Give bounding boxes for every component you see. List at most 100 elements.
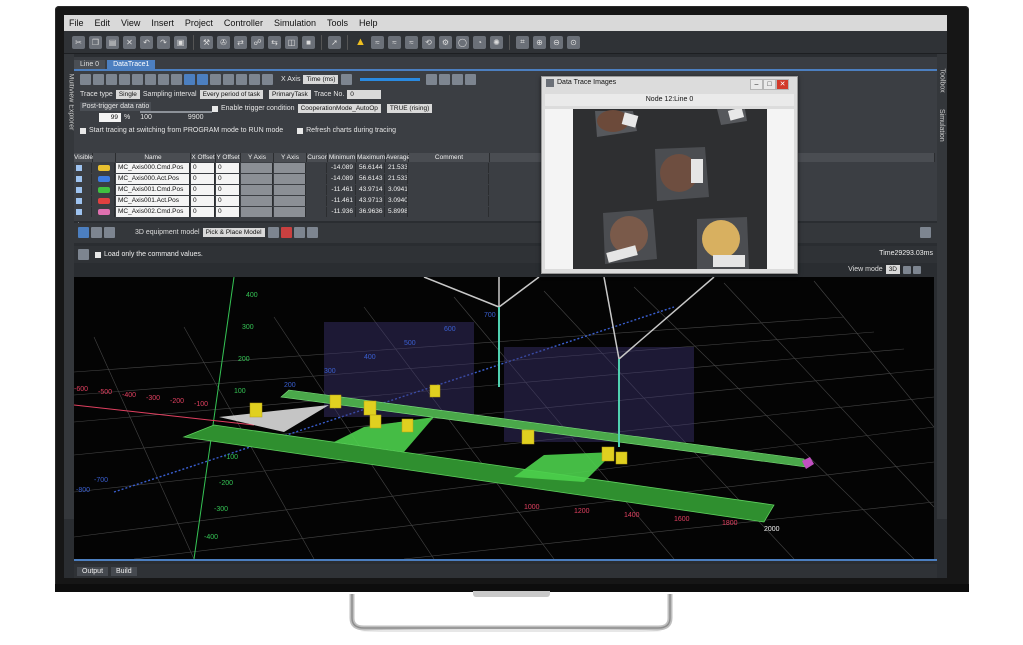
- start-tracing-checkbox[interactable]: [80, 127, 86, 134]
- col-average[interactable]: Average: [386, 153, 410, 162]
- trace-load-icon[interactable]: [145, 74, 156, 85]
- trace-stop-icon[interactable]: [93, 74, 104, 85]
- menu-file[interactable]: File: [64, 18, 90, 28]
- menu-help[interactable]: Help: [354, 18, 384, 28]
- time-range-slider[interactable]: [360, 78, 421, 81]
- cell-y-axis-min[interactable]: [241, 196, 273, 206]
- equipment-settings-icon[interactable]: [293, 227, 305, 238]
- monitor-icon[interactable]: ◫: [285, 35, 298, 49]
- equipment-open-icon[interactable]: [267, 227, 279, 238]
- col-name[interactable]: Name: [116, 153, 191, 162]
- zoom-out-icon[interactable]: ⊖: [550, 35, 563, 49]
- cell-y-offset[interactable]: 0: [216, 207, 240, 217]
- tab-output[interactable]: Output: [77, 566, 109, 576]
- zoom-reset-icon[interactable]: ⊙: [567, 35, 580, 49]
- trace-start-icon[interactable]: [80, 74, 91, 85]
- cell-y-offset[interactable]: 0: [216, 174, 240, 184]
- simulation-label[interactable]: Simulation: [938, 109, 945, 164]
- paste-icon[interactable]: ▤: [106, 35, 119, 49]
- cell-x-offset[interactable]: 0: [191, 174, 215, 184]
- visible-checkbox[interactable]: [76, 187, 82, 193]
- menu-tools[interactable]: Tools: [322, 18, 354, 28]
- close-icon[interactable]: ✕: [776, 79, 789, 90]
- series-color-swatch[interactable]: [98, 165, 110, 171]
- transfer-icon[interactable]: ⇄: [234, 35, 247, 49]
- menu-view[interactable]: View: [116, 18, 146, 28]
- sim-camera-icon[interactable]: [91, 227, 102, 238]
- undo-icon[interactable]: ↶: [140, 35, 153, 49]
- chart-fit-icon[interactable]: [249, 74, 260, 85]
- cell-x-offset[interactable]: 0: [191, 207, 215, 217]
- cell-visible[interactable]: [74, 207, 92, 217]
- trace-end-icon[interactable]: [465, 74, 477, 85]
- maximize-icon[interactable]: □: [763, 79, 776, 90]
- tab-line0[interactable]: Line 0: [74, 60, 106, 69]
- trigger-condition-select[interactable]: TRUE (rising): [386, 104, 433, 113]
- cell-visible[interactable]: [74, 163, 92, 173]
- save-icon[interactable]: ▣: [174, 35, 187, 49]
- data-trace-images-window[interactable]: Data Trace Images – □ ✕ Node 12:Line 0: [541, 76, 798, 274]
- warning-icon[interactable]: ▲: [354, 36, 367, 49]
- cell-y-axis-min[interactable]: [241, 163, 273, 173]
- sim-settings-icon[interactable]: ⚙: [439, 35, 452, 49]
- trace-forward-icon[interactable]: [452, 74, 464, 85]
- trace-print-icon[interactable]: [171, 74, 182, 85]
- col-minimum[interactable]: Minimum: [328, 153, 357, 162]
- cell-y-offset[interactable]: 0: [216, 185, 240, 195]
- cut-icon[interactable]: ✂: [72, 35, 85, 49]
- tab-build[interactable]: Build: [111, 566, 137, 576]
- chart-grid-icon[interactable]: [262, 74, 273, 85]
- cell-name[interactable]: MC_Axis000.Cmd.Pos: [116, 163, 190, 173]
- cell-x-offset[interactable]: 0: [191, 185, 215, 195]
- load-command-checkbox[interactable]: [95, 251, 101, 258]
- chart-split-icon[interactable]: [210, 74, 221, 85]
- col-x-offset[interactable]: X Offset: [191, 153, 216, 162]
- x-axis-select[interactable]: Time (ms): [303, 75, 339, 84]
- tools-icon[interactable]: ✇: [217, 35, 230, 49]
- task-select[interactable]: PrimaryTask: [269, 90, 311, 99]
- cell-visible[interactable]: [74, 196, 92, 206]
- col-y-axis-min[interactable]: Y Axis Min.: [241, 153, 274, 170]
- menu-project[interactable]: Project: [180, 18, 219, 28]
- sim-speed-icon[interactable]: ◔: [473, 35, 486, 49]
- cell-y-axis-max[interactable]: [274, 174, 306, 184]
- sim-view-icon[interactable]: [78, 227, 89, 238]
- cell-y-axis-max[interactable]: [274, 207, 306, 217]
- pointer-icon[interactable]: ➚: [328, 35, 341, 49]
- menu-insert[interactable]: Insert: [146, 18, 180, 28]
- fit-icon[interactable]: ⌗: [516, 35, 529, 49]
- sim-panel-icon[interactable]: [920, 227, 931, 238]
- trigger-variable-input[interactable]: CooperationMode_AutoOp: [297, 104, 381, 113]
- trace-trigger-icon[interactable]: [106, 74, 117, 85]
- cell-y-axis-min[interactable]: [241, 185, 273, 195]
- 3d-scene[interactable]: 400 300 200 100 -100 -200 -300 -400 -600…: [74, 277, 934, 559]
- stop-icon[interactable]: ■: [302, 35, 315, 49]
- menu-simulation[interactable]: Simulation: [269, 18, 322, 28]
- cell-visible[interactable]: [74, 185, 92, 195]
- series-color-swatch[interactable]: [98, 198, 110, 204]
- equipment-model-select[interactable]: Pick & Place Model: [202, 228, 265, 237]
- toolbox-label[interactable]: Toolbox: [939, 69, 946, 109]
- copy-icon[interactable]: ❐: [89, 35, 102, 49]
- trace-rewind-icon[interactable]: [426, 74, 438, 85]
- view-axis-icon[interactable]: [913, 265, 921, 274]
- minimize-icon[interactable]: –: [750, 79, 763, 90]
- cell-name[interactable]: MC_Axis002.Cmd.Pos: [116, 207, 190, 217]
- cell-name[interactable]: MC_Axis000.Act.Pos: [116, 174, 190, 184]
- cell-visible[interactable]: [74, 174, 92, 184]
- visible-checkbox[interactable]: [76, 176, 82, 182]
- cell-y-offset[interactable]: 0: [216, 196, 240, 206]
- load-icon[interactable]: [78, 249, 89, 260]
- cell-name[interactable]: MC_Axis001.Act.Pos: [116, 196, 190, 206]
- col-maximum[interactable]: Maximum: [357, 153, 386, 162]
- sim-loop-icon[interactable]: ◯: [456, 35, 469, 49]
- cell-x-offset[interactable]: 0: [191, 196, 215, 206]
- sim-pause-icon[interactable]: ≈: [388, 35, 401, 49]
- 3d-viewport[interactable]: 400 300 200 100 -100 -200 -300 -400 -600…: [74, 277, 934, 559]
- sim-step-icon[interactable]: ≈: [405, 35, 418, 49]
- sim-reset-icon[interactable]: ⟲: [422, 35, 435, 49]
- cell-x-offset[interactable]: 0: [191, 163, 215, 173]
- chart-mode-icon[interactable]: [184, 74, 195, 85]
- cell-name[interactable]: MC_Axis001.Cmd.Pos: [116, 185, 190, 195]
- refresh-charts-checkbox[interactable]: [297, 127, 304, 134]
